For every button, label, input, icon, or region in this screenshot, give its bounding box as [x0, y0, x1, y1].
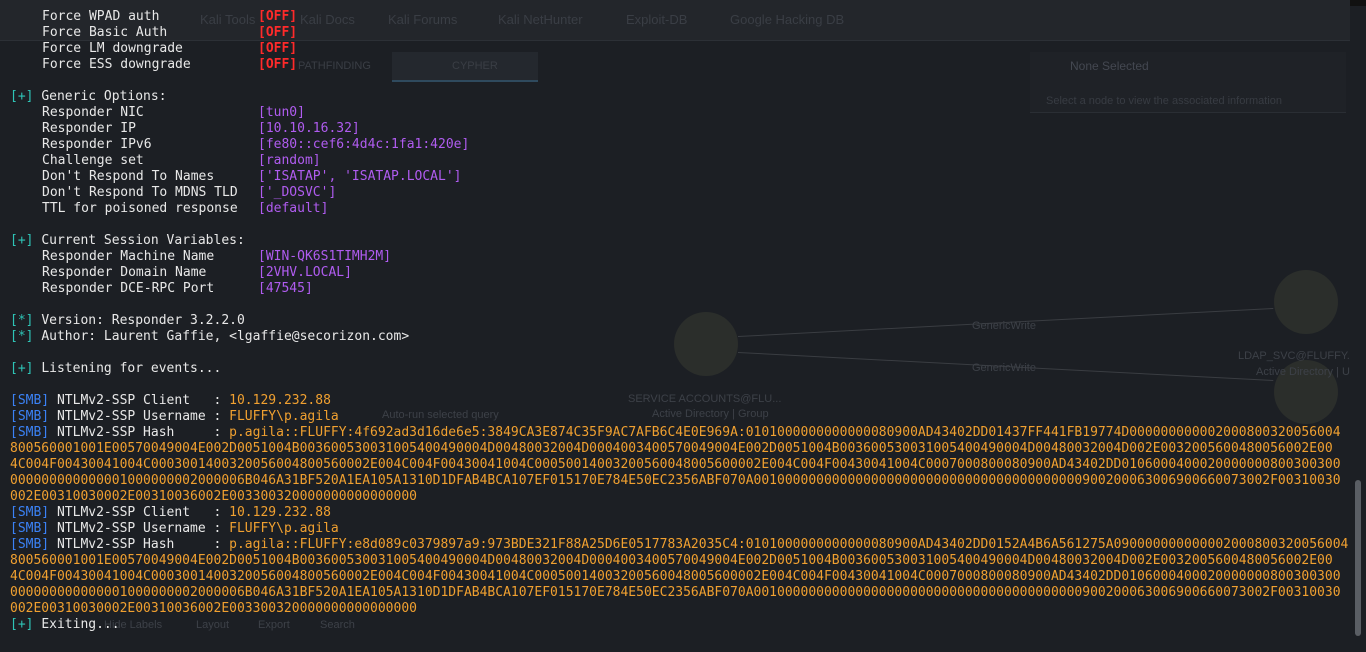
listening-text: Listening for events... — [41, 361, 222, 376]
option-value: [OFF] — [258, 41, 298, 56]
hash-continuation: 002E00310030002E00310036002E003300320000… — [10, 489, 417, 504]
force-basic-row: Force Basic Auth [OFF] — [10, 25, 1350, 41]
option-value: [OFF] — [258, 9, 298, 24]
smb-tag: [SMB] — [10, 537, 50, 552]
field-label: NTLMv2-SSP Hash : — [56, 537, 230, 552]
option-label: TTL for poisoned response — [42, 201, 238, 216]
smb-client-line: [SMB] NTLMv2-SSP Client : 10.129.232.88 — [10, 393, 1350, 409]
option-row: Responder DCE-RPC Port [47545] — [10, 281, 1350, 297]
smb-hash-line: [SMB] NTLMv2-SSP Hash : p.agila::FLUFFY:… — [10, 425, 1350, 441]
option-row: TTL for poisoned response [default] — [10, 201, 1350, 217]
hash-continuation: 4C004F00430041004C0003001400320056004800… — [10, 569, 1341, 584]
star-tag: [*] — [10, 329, 34, 344]
hash-continuation: 800560001001E00570049004E002D0051004B003… — [10, 441, 1333, 456]
username: FLUFFY\p.agila — [229, 409, 339, 424]
option-row: Responder Domain Name [2VHV.LOCAL] — [10, 265, 1350, 281]
option-label: Responder IP — [42, 121, 136, 136]
option-row: Responder NIC [tun0] — [10, 105, 1350, 121]
terminal-output[interactable]: Force WPAD auth [OFF] Force Basic Auth [OF… — [0, 0, 1350, 652]
smb-hash-line: [SMB] NTLMv2-SSP Hash : p.agila::FLUFFY:… — [10, 537, 1350, 553]
field-label: NTLMv2-SSP Username : — [56, 521, 230, 536]
option-value: [10.10.16.32] — [258, 121, 360, 136]
version-line: [*] Version: Responder 3.2.2.0 — [10, 313, 1350, 329]
option-label: Don't Respond To MDNS TLD — [42, 185, 238, 200]
plus-tag: [+] — [10, 89, 34, 104]
plus-tag: [+] — [10, 617, 34, 632]
hash-continuation: 800560001001E00570049004E002D0051004B003… — [10, 553, 1333, 568]
session-vars-header: [+] Current Session Variables: — [10, 233, 1350, 249]
section-title: Current Session Variables: — [41, 233, 245, 248]
option-label: Force ESS downgrade — [42, 57, 191, 72]
option-label: Responder IPv6 — [42, 137, 152, 152]
exiting-line: [+] Exiting... — [10, 617, 1350, 633]
smb-tag: [SMB] — [10, 425, 50, 440]
option-row: Don't Respond To MDNS TLD ['_DOSVC'] — [10, 185, 1350, 201]
hash-continuation: 000000000000001000000002000006B046A31BF5… — [10, 585, 1341, 600]
option-label: Challenge set — [42, 153, 144, 168]
hash-continuation: 000000000000001000000002000006B046A31BF5… — [10, 473, 1341, 488]
option-value: [random] — [258, 153, 321, 168]
smb-tag: [SMB] — [10, 505, 50, 520]
field-label: NTLMv2-SSP Client : — [56, 505, 230, 520]
smb-username-line: [SMB] NTLMv2-SSP Username : FLUFFY\p.agi… — [10, 409, 1350, 425]
option-value: ['ISATAP', 'ISATAP.LOCAL'] — [258, 169, 462, 184]
option-value: [2VHV.LOCAL] — [258, 265, 352, 280]
version-text: Version: Responder 3.2.2.0 — [41, 313, 245, 328]
section-title: Generic Options: — [41, 89, 167, 104]
option-row: Responder Machine Name [WIN-QK6S1TIMH2M] — [10, 249, 1350, 265]
smb-username-line: [SMB] NTLMv2-SSP Username : FLUFFY\p.agi… — [10, 521, 1350, 537]
smb-tag: [SMB] — [10, 521, 50, 536]
client-ip: 10.129.232.88 — [229, 393, 331, 408]
option-value: ['_DOSVC'] — [258, 185, 337, 200]
option-label: Responder Machine Name — [42, 249, 215, 264]
option-value: [WIN-QK6S1TIMH2M] — [258, 249, 392, 264]
option-row: Challenge set [random] — [10, 153, 1350, 169]
username: FLUFFY\p.agila — [229, 521, 339, 536]
author-line: [*] Author: Laurent Gaffie, <lgaffie@sec… — [10, 329, 1350, 345]
client-ip: 10.129.232.88 — [229, 505, 331, 520]
exiting-text: Exiting... — [41, 617, 120, 632]
hash-continuation: 4C004F00430041004C0003001400320056004800… — [10, 457, 1341, 472]
plus-tag: [+] — [10, 361, 34, 376]
scrollbar-thumb[interactable] — [1355, 480, 1361, 636]
option-value: [OFF] — [258, 25, 298, 40]
hash-continuation: 002E00310030002E00310036002E003300320000… — [10, 601, 417, 616]
smb-tag: [SMB] — [10, 409, 50, 424]
scrollbar-top — [1350, 0, 1366, 6]
option-label: Responder NIC — [42, 105, 144, 120]
option-label: Force LM downgrade — [42, 41, 183, 56]
option-value: [tun0] — [258, 105, 305, 120]
hash-value: p.agila::FLUFFY:e8d089c0379897a9:973BDE3… — [229, 537, 1349, 552]
plus-tag: [+] — [10, 233, 34, 248]
option-row: Responder IP [10.10.16.32] — [10, 121, 1350, 137]
option-value: [OFF] — [258, 57, 298, 72]
smb-client-line: [SMB] NTLMv2-SSP Client : 10.129.232.88 — [10, 505, 1350, 521]
option-row: Responder IPv6 [fe80::cef6:4d4c:1fa1:420e… — [10, 137, 1350, 153]
field-label: NTLMv2-SSP Username : — [56, 409, 230, 424]
option-label: Don't Respond To Names — [42, 169, 215, 184]
author-text: Author: Laurent Gaffie, <lgaffie@secoriz… — [41, 329, 410, 344]
option-label: Responder DCE-RPC Port — [42, 281, 215, 296]
option-value: [47545] — [258, 281, 313, 296]
force-lm-row: Force LM downgrade [OFF] — [10, 41, 1350, 57]
hash-value: p.agila::FLUFFY:4f692ad3d16de6e5:3849CA3… — [229, 425, 1341, 440]
listening-line: [+] Listening for events... — [10, 361, 1350, 377]
option-label: Force WPAD auth — [42, 9, 160, 24]
force-wpad-row: Force WPAD auth [OFF] — [10, 9, 1350, 25]
field-label: NTLMv2-SSP Hash : — [56, 425, 230, 440]
option-label: Force Basic Auth — [42, 25, 168, 40]
force-ess-row: Force ESS downgrade [OFF] — [10, 57, 1350, 73]
generic-options-header: [+] Generic Options: — [10, 89, 1350, 105]
smb-tag: [SMB] — [10, 393, 50, 408]
option-value: [default] — [258, 201, 329, 216]
option-row: Don't Respond To Names ['ISATAP', 'ISATAP… — [10, 169, 1350, 185]
star-tag: [*] — [10, 313, 34, 328]
field-label: NTLMv2-SSP Client : — [56, 393, 230, 408]
option-label: Responder Domain Name — [42, 265, 207, 280]
option-value: [fe80::cef6:4d4c:1fa1:420e] — [258, 137, 470, 152]
terminal-scrollbar[interactable] — [1350, 0, 1366, 652]
